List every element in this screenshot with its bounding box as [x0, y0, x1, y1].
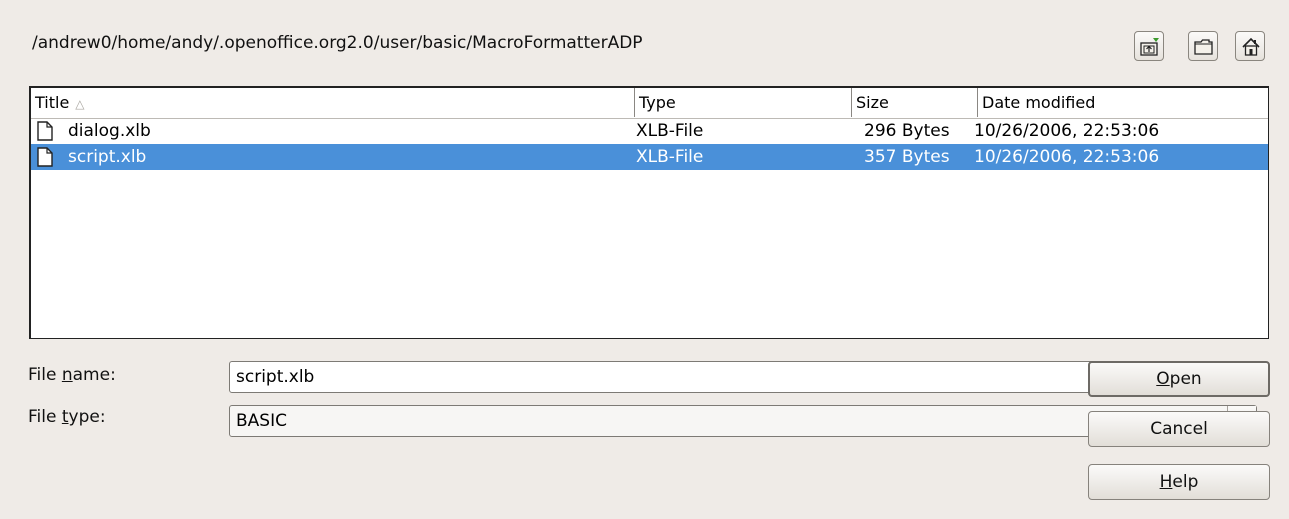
file-size: 357 Bytes: [864, 147, 950, 167]
cancel-button[interactable]: Cancel: [1088, 411, 1270, 447]
column-header-title[interactable]: Title △: [31, 88, 635, 117]
open-button[interactable]: Open: [1088, 361, 1270, 397]
file-size: 296 Bytes: [864, 121, 950, 141]
sort-ascending-icon: △: [75, 97, 85, 111]
file-name-input[interactable]: script.xlb: [236, 362, 314, 392]
file-type: XLB-File: [636, 121, 704, 141]
document-icon: [37, 147, 53, 167]
new-folder-icon: [1194, 39, 1213, 55]
file-name-label: File name:: [28, 365, 116, 385]
help-button[interactable]: Help: [1088, 464, 1270, 500]
file-list[interactable]: Title △ Type Size Date modified dialog.xl…: [29, 86, 1269, 339]
file-type-value: BASIC: [236, 411, 287, 431]
column-title-label: Title: [35, 93, 70, 112]
document-icon: [37, 121, 53, 141]
new-folder-button[interactable]: [1188, 31, 1218, 61]
file-type: XLB-File: [636, 147, 704, 167]
file-date-modified: 10/26/2006, 22:53:06: [974, 121, 1160, 141]
column-header-size[interactable]: Size: [852, 88, 978, 117]
home-icon: [1242, 37, 1260, 56]
folder-up-icon: [1140, 38, 1159, 56]
file-name: dialog.xlb: [68, 121, 151, 141]
file-name: script.xlb: [68, 147, 147, 167]
folder-up-button[interactable]: [1134, 31, 1164, 61]
column-header-type[interactable]: Type: [635, 88, 852, 117]
current-path: /andrew0/home/andy/.openoffice.org2.0/us…: [32, 33, 643, 53]
list-item[interactable]: dialog.xlb XLB-File 296 Bytes 10/26/2006…: [33, 118, 1268, 144]
file-list-header: Title △ Type Size Date modified: [31, 88, 1268, 119]
home-button[interactable]: [1235, 31, 1265, 61]
file-date-modified: 10/26/2006, 22:53:06: [974, 147, 1160, 167]
list-item-selected[interactable]: script.xlb XLB-File 357 Bytes 10/26/2006…: [31, 144, 1268, 170]
file-type-label: File type:: [28, 407, 106, 427]
column-header-date-modified[interactable]: Date modified: [978, 88, 1268, 117]
